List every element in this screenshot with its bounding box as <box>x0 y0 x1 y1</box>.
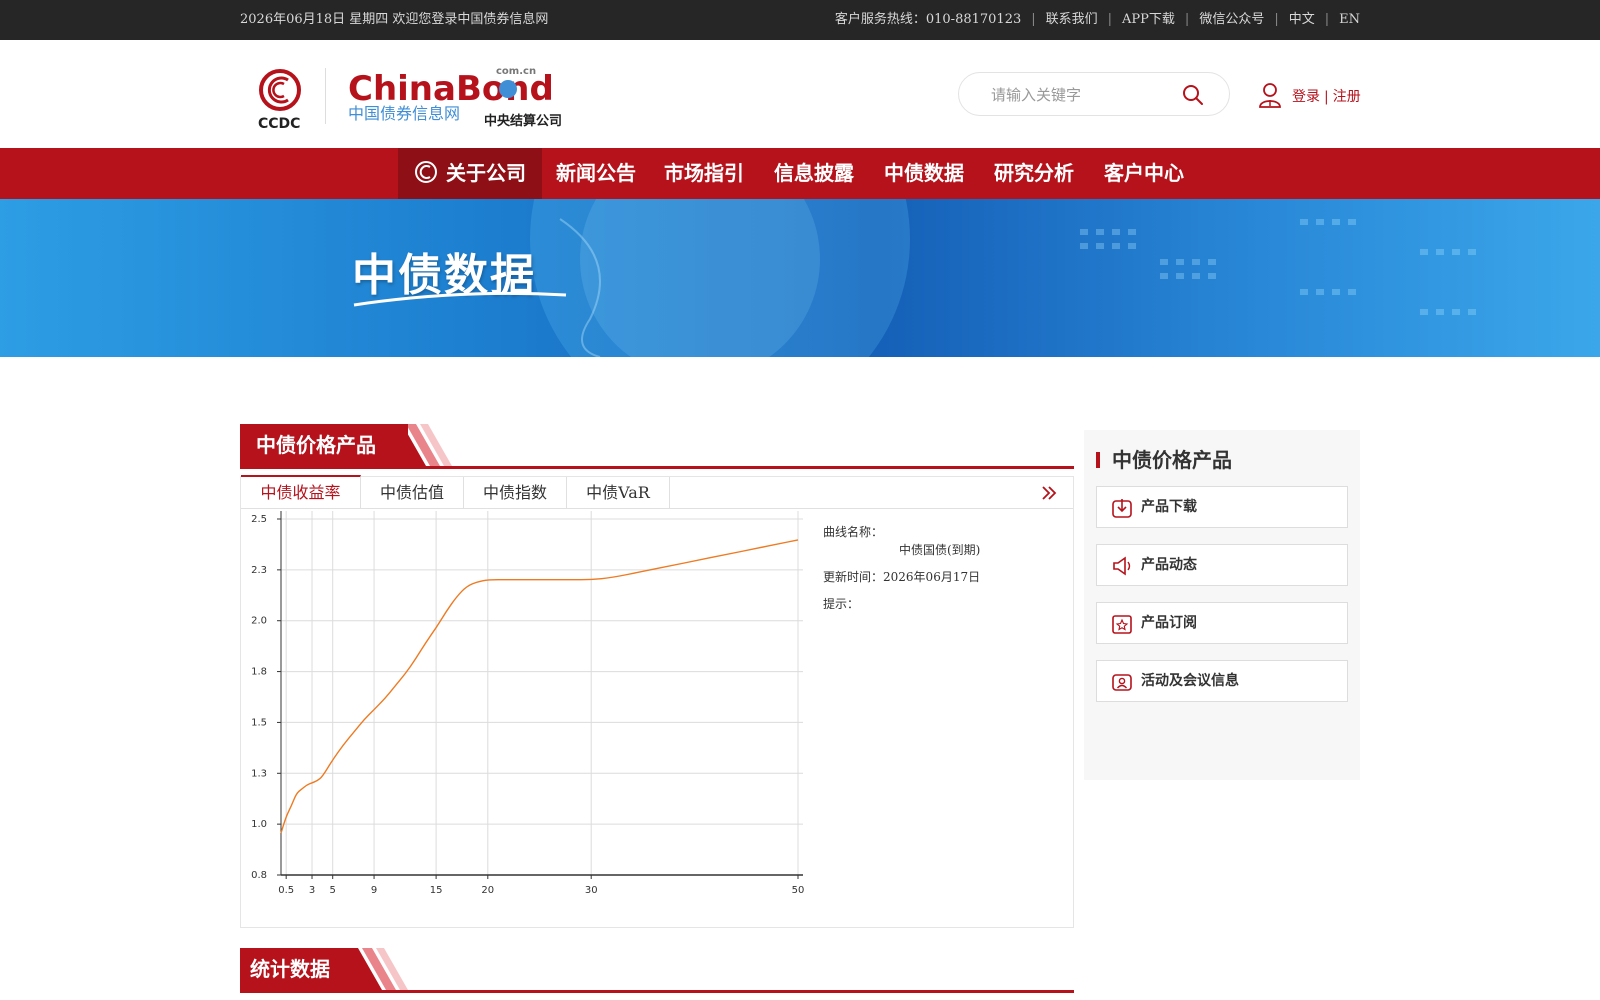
login-separator: | <box>1324 89 1329 105</box>
update-time-value: 2026年06月17日 <box>883 570 981 584</box>
y-tick-label: 2.0 <box>251 616 267 627</box>
section-title: 中债价格产品 <box>240 424 408 466</box>
banner-decoration <box>530 199 1476 357</box>
y-tick-label: 2.5 <box>251 514 267 525</box>
contact-us-link[interactable]: 联系我们 <box>1046 0 1098 40</box>
y-tick-label: 1.8 <box>251 667 267 678</box>
logo-sub-text: 中央结算公司 <box>484 113 562 129</box>
event-person-icon <box>1112 674 1132 691</box>
y-tick-label: 1.3 <box>251 768 267 779</box>
y-tick-label: 0.8 <box>251 870 267 881</box>
chart-x-ticks: 0.5 3 5 9 15 20 30 50 <box>278 885 804 896</box>
user-icon <box>1259 83 1281 108</box>
x-tick-label: 5 <box>330 885 336 896</box>
curve-name-value: 中债国债(到期) <box>899 543 981 557</box>
stats-title: 统计数据 <box>240 948 346 990</box>
wechat-link[interactable]: 微信公众号 <box>1199 0 1264 40</box>
hotline-text: 客户服务热线：010-88170123 <box>834 12 1022 27</box>
top-bar: 2026年06月18日 星期四 欢迎您登录中国债券信息网 客户服务热线：010-… <box>0 0 1600 40</box>
yield-curve-panel: 中债收益率 中债估值 中债指数 中债VaR 0.8 1.0 1.3 1.5 1.8 2.0… <box>240 475 1074 928</box>
logo-divider <box>325 68 326 124</box>
nav-news[interactable]: 新闻公告 <box>548 148 644 199</box>
price-products-header: 中债价格产品 <box>240 424 1074 469</box>
page-banner: 中债数据 <box>0 199 1600 357</box>
double-chevron-right-icon[interactable] <box>1039 483 1059 503</box>
sidebar-item-label: 产品动态 <box>1141 557 1197 573</box>
register-link[interactable]: 注册 <box>1333 89 1361 105</box>
lang-en-link[interactable]: EN <box>1339 0 1360 40</box>
logo-cn-text: 中国债券信息网 <box>348 104 460 123</box>
product-tabs: 中债收益率 中债估值 中债指数 中债VaR <box>241 475 1073 509</box>
ccdc-logo-text: CCDC <box>258 116 300 132</box>
search-input[interactable] <box>989 83 1183 107</box>
star-card-icon <box>1112 615 1132 634</box>
tip-label: 提示： <box>823 597 860 611</box>
tab-yield[interactable]: 中债收益率 <box>241 475 361 508</box>
ccdc-mark-icon <box>415 161 437 183</box>
stats-title-stripes <box>346 948 408 990</box>
x-tick-label: 50 <box>792 885 805 896</box>
search-box <box>958 72 1230 116</box>
chart-grid <box>281 511 803 876</box>
y-tick-label: 1.5 <box>251 717 267 728</box>
curve-info: 曲线名称： 中债国债(到期) 更新时间：2026年06月17日 提示： <box>823 523 980 622</box>
chart-y-ticks: 0.8 1.0 1.3 1.5 1.8 2.0 2.3 2.5 <box>251 514 267 881</box>
sidebar: 中债价格产品 产品下载 产品动态 产品订阅 活动及会议信息 <box>1084 430 1360 780</box>
nav-about[interactable]: 关于公司 <box>398 148 542 199</box>
megaphone-icon <box>1113 556 1131 576</box>
main-nav: 关于公司 新闻公告 市场指引 信息披露 中债数据 研究分析 客户中心 <box>0 148 1600 199</box>
yield-curve-chart: 0.8 1.0 1.3 1.5 1.8 2.0 2.3 2.5 0.5 3 5 9 15 20 30 50 <box>251 511 804 896</box>
x-tick-label: 15 <box>430 885 443 896</box>
logo-globe-icon <box>499 80 517 98</box>
section-rule <box>240 466 1074 469</box>
sidebar-item-download[interactable]: 产品下载 <box>1096 486 1348 528</box>
app-download-link[interactable]: APP下载 <box>1122 0 1175 40</box>
sidebar-item-events[interactable]: 活动及会议信息 <box>1096 660 1348 702</box>
nav-disclosure[interactable]: 信息披露 <box>766 148 862 199</box>
curve-name-label: 曲线名称： <box>823 525 884 539</box>
welcome-text: 2026年06月18日 星期四 欢迎您登录中国债券信息网 <box>240 12 549 27</box>
x-tick-label: 30 <box>585 885 598 896</box>
sidebar-item-label: 产品下载 <box>1141 499 1197 515</box>
sidebar-item-label: 活动及会议信息 <box>1141 673 1239 689</box>
y-tick-label: 2.3 <box>251 565 267 576</box>
update-time-label: 更新时间： <box>823 570 884 584</box>
login-link[interactable]: 登录 <box>1292 89 1320 105</box>
chinabond-logo[interactable]: ChinaBond com.cn 中国债券信息网 中央结算公司 <box>348 64 578 134</box>
banner-swoosh <box>353 291 567 307</box>
download-icon <box>1112 499 1132 518</box>
sidebar-item-news[interactable]: 产品动态 <box>1096 544 1348 586</box>
nav-market[interactable]: 市场指引 <box>656 148 752 199</box>
x-tick-label: 20 <box>481 885 494 896</box>
ccdc-logo[interactable]: CCDC <box>258 68 306 132</box>
sidebar-item-subscribe[interactable]: 产品订阅 <box>1096 602 1348 644</box>
yield-curve-line <box>280 539 799 834</box>
y-tick-label: 1.0 <box>251 819 267 830</box>
stats-header: 统计数据 <box>240 948 1074 993</box>
login-register: 登录 | 注册 <box>1292 86 1361 106</box>
tab-index[interactable]: 中债指数 <box>464 477 567 508</box>
tab-valuation[interactable]: 中债估值 <box>361 477 464 508</box>
nav-research[interactable]: 研究分析 <box>986 148 1082 199</box>
nav-about-label: 关于公司 <box>446 161 526 185</box>
sidebar-title: 中债价格产品 <box>1096 444 1232 473</box>
search-icon[interactable] <box>1181 83 1205 107</box>
lang-zh-link[interactable]: 中文 <box>1289 0 1315 40</box>
logo-comcn-text: com.cn <box>496 66 536 77</box>
stats-rule <box>240 990 1074 993</box>
x-tick-label: 3 <box>309 885 315 896</box>
nav-data[interactable]: 中债数据 <box>876 148 972 199</box>
sidebar-item-label: 产品订阅 <box>1141 615 1197 631</box>
tab-var[interactable]: 中债VaR <box>567 477 670 508</box>
nav-customer[interactable]: 客户中心 <box>1096 148 1192 199</box>
x-tick-label: 0.5 <box>278 885 294 896</box>
x-tick-label: 9 <box>371 885 377 896</box>
top-links: 客户服务热线：010-88170123 | 联系我们 | APP下载 | 微信公… <box>835 0 1360 40</box>
